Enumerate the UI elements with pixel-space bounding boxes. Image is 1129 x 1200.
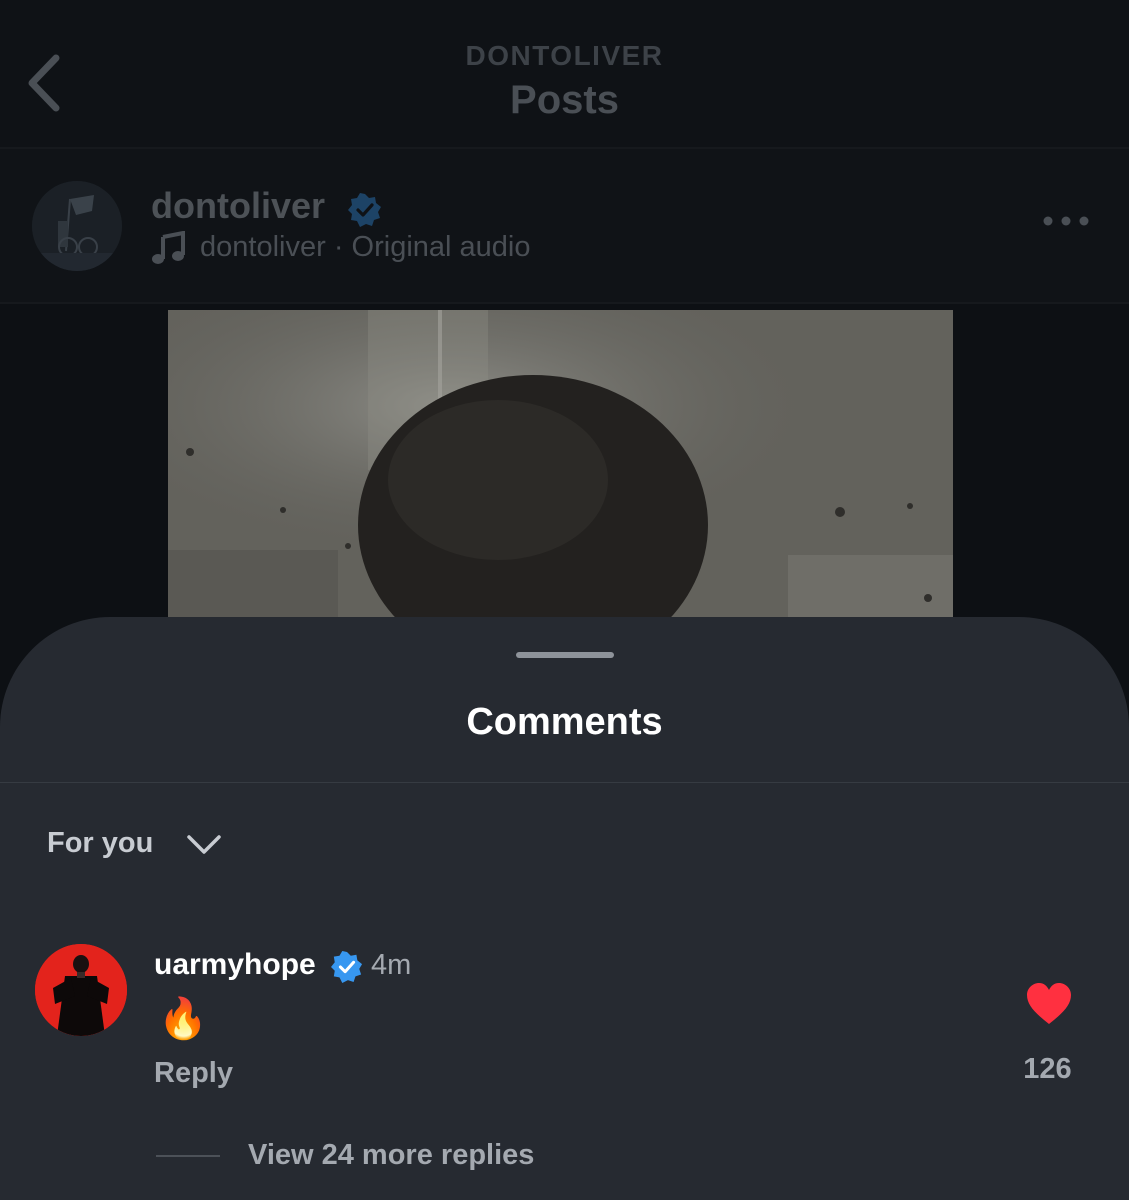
video-frame [168,310,953,630]
replies-divider [156,1155,220,1157]
like-count: 126 [1023,1053,1072,1085]
comment-avatar[interactable] [35,944,127,1036]
verified-badge-icon [348,193,381,227]
sheet-drag-handle[interactable] [516,652,614,658]
reel-video[interactable] [168,310,953,630]
music-note-icon [152,231,185,264]
post-author-avatar[interactable] [32,181,122,271]
comments-title: Comments [466,701,663,743]
sort-dropdown[interactable]: For you [47,827,153,860]
comment-username[interactable]: uarmyhope [154,948,316,982]
avatar-image [32,181,122,271]
view-more-replies-button[interactable]: View 24 more replies [248,1139,534,1172]
chevron-down-icon[interactable] [186,831,222,857]
post-header-divider [0,302,1129,304]
post-username[interactable]: dontoliver [151,185,325,227]
verified-badge-icon [331,951,363,983]
sheet-divider [0,782,1129,783]
audio-label: Original audio [351,231,531,263]
more-horizontal-icon[interactable] [1040,211,1092,231]
comments-sheet: Comments For you uarmyhope 4m 🔥 Reply 12… [0,617,1129,1200]
profile-name-header: DONTOLIVER [465,40,664,71]
avatar-image [35,944,127,1036]
reply-button[interactable]: Reply [154,1057,233,1090]
audio-owner: dontoliver [200,231,326,263]
top-bar: DONTOLIVER Posts [0,0,1129,148]
page-title: Posts [510,78,619,122]
comment-text: 🔥 [158,997,208,1041]
post-header: dontoliver dontoliver · Original audio [0,149,1129,302]
audio-link[interactable]: dontoliver · Original audio [200,231,531,264]
comment-timestamp: 4m [371,949,412,981]
heart-icon[interactable] [1025,982,1073,1026]
audio-separator: · [333,231,344,263]
